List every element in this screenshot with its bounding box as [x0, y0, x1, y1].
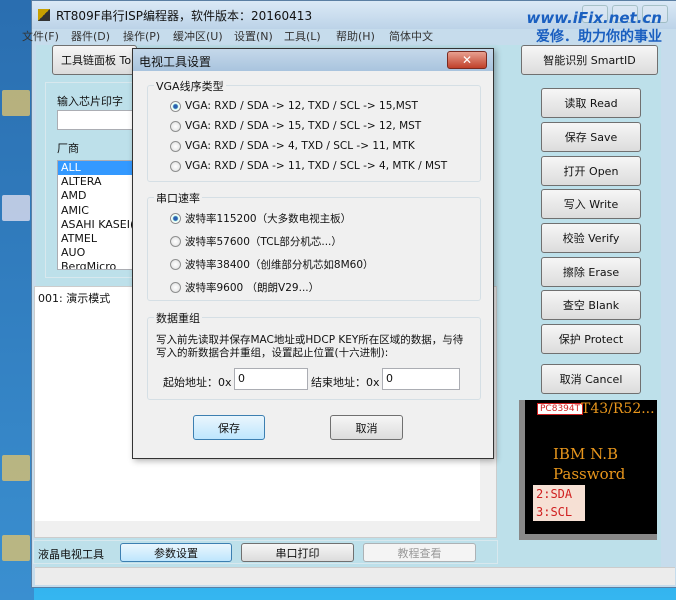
desktop-icon[interactable]: [2, 90, 30, 116]
menu-operation[interactable]: 操作(P): [123, 28, 160, 44]
menu-help[interactable]: 帮助(H): [336, 28, 375, 44]
erase-button[interactable]: 擦除 Erase: [541, 257, 641, 287]
regroup-description: 写入前先读取并保存MAC地址或HDCP KEY所在区域的数据，与待 写入的新数据合…: [156, 334, 464, 359]
vga-option-3[interactable]: VGA: RXD / SDA -> 4, TXD / SCL -> 11, MT…: [170, 140, 415, 152]
radio-icon: [170, 236, 181, 247]
dialog-title-bar: 电视工具设置 ✕: [133, 49, 493, 71]
chip-label: 输入芯片印字: [57, 95, 123, 108]
desktop-icon[interactable]: [2, 535, 30, 561]
app-logo-icon: [38, 9, 50, 21]
tv-tool-settings-dialog: 电视工具设置 ✕ VGA线序类型 VGA: RXD / SDA -> 12, T…: [132, 48, 494, 459]
protect-button[interactable]: 保护 Protect: [541, 324, 641, 354]
chip-line2: Password: [553, 465, 626, 483]
log-line: 001: 演示模式: [38, 292, 111, 305]
end-address-label: 结束地址：0x: [311, 376, 380, 389]
vga-group: VGA线序类型 VGA: RXD / SDA -> 12, TXD / SCL …: [147, 78, 481, 182]
desktop: [0, 0, 34, 600]
open-button[interactable]: 打开 Open: [541, 156, 641, 186]
smartid-button[interactable]: 智能识别 SmartID: [521, 45, 658, 75]
read-button[interactable]: 读取 Read: [541, 88, 641, 118]
dialog-cancel-button[interactable]: 取消: [330, 415, 403, 440]
radio-selected-icon: [170, 100, 181, 112]
params-settings-button[interactable]: 参数设置: [120, 543, 232, 562]
desktop-icon[interactable]: [2, 455, 30, 481]
menu-settings[interactable]: 设置(N): [234, 28, 273, 44]
chip-select-panel: 输入芯片印字 厂商 ALL ALTERA AMD AMIC ASAHI KASE…: [45, 82, 147, 278]
verify-button[interactable]: 校验 Verify: [541, 223, 641, 253]
menu-file[interactable]: 文件(F): [22, 28, 59, 44]
baud-group: 串口速率 波特率115200（大多数电视主板） 波特率57600（TCL部分机芯…: [147, 190, 481, 301]
horizontal-scrollbar[interactable]: [35, 521, 481, 537]
vga-group-label: VGA线序类型: [154, 78, 226, 94]
data-regroup-group: 数据重组 写入前先读取并保存MAC地址或HDCP KEY所在区域的数据，与待 写入…: [147, 310, 481, 400]
toolchain-panel-button[interactable]: 工具链面板 To: [52, 45, 137, 75]
vga-option-1[interactable]: VGA: RXD / SDA -> 12, TXD / SCL -> 15,MS…: [170, 100, 418, 112]
baud-option-9600[interactable]: 波特率9600 （朗朗V29...）: [170, 280, 319, 295]
regroup-group-label: 数据重组: [154, 310, 202, 326]
desktop-icon[interactable]: [2, 195, 30, 221]
menu-bar: 文件(F) 器件(D) 操作(P) 缓冲区(U) 设置(N) 工具(L) 帮助(…: [22, 25, 676, 45]
baud-group-label: 串口速率: [154, 190, 202, 206]
baud-option-115200[interactable]: 波特率115200（大多数电视主板）: [170, 211, 351, 226]
baud-option-38400[interactable]: 波特率38400（创维部分机芯如8M60）: [170, 257, 374, 272]
chip-line1: IBM N.B: [553, 445, 619, 463]
radio-icon: [170, 160, 181, 172]
vga-option-2[interactable]: VGA: RXD / SDA -> 15, TXD / SCL -> 12, M…: [170, 120, 421, 132]
lcd-tv-tools-label: 液晶电视工具: [38, 548, 104, 561]
window-title: RT809F串行ISP编程器，软件版本：20160413: [56, 9, 313, 23]
end-address-input[interactable]: 0: [382, 368, 460, 390]
vendor-label: 厂商: [57, 142, 79, 155]
vga-option-4[interactable]: VGA: RXD / SDA -> 11, TXD / SCL -> 4, MT…: [170, 160, 447, 172]
radio-selected-icon: [170, 213, 181, 224]
blank-check-button[interactable]: 查空 Blank: [541, 290, 641, 320]
status-bar: [35, 567, 675, 585]
menu-device[interactable]: 器件(D): [71, 28, 110, 44]
dialog-save-button[interactable]: 保存: [193, 415, 265, 440]
pin-labels: 2:SDA 3:SCL: [533, 485, 585, 521]
menu-tools[interactable]: 工具(L): [284, 28, 321, 44]
save-button[interactable]: 保存 Save: [541, 122, 641, 152]
write-button[interactable]: 写入 Write: [541, 189, 641, 219]
cancel-operation-button[interactable]: 取消 Cancel: [541, 364, 641, 394]
menu-language[interactable]: 简体中文: [389, 28, 433, 44]
dialog-title: 电视工具设置: [139, 55, 212, 69]
start-address-input[interactable]: 0: [234, 368, 308, 390]
chip-diagram-image: PC8394T T43/R52... IBM N.B Password 2:SD…: [519, 400, 657, 540]
radio-icon: [170, 120, 181, 132]
tutorial-button[interactable]: 教程查看: [363, 543, 476, 562]
radio-icon: [170, 282, 181, 293]
chip-tag: PC8394T: [537, 403, 584, 415]
radio-icon: [170, 140, 181, 152]
menu-buffer[interactable]: 缓冲区(U): [173, 28, 223, 44]
radio-icon: [170, 259, 181, 270]
chip-model: T43/R52...: [581, 401, 655, 417]
dialog-close-button[interactable]: ✕: [447, 51, 487, 69]
serial-print-button[interactable]: 串口打印: [241, 543, 354, 562]
baud-option-57600[interactable]: 波特率57600（TCL部分机芯...）: [170, 234, 342, 249]
start-address-label: 起始地址：0x: [163, 376, 232, 389]
